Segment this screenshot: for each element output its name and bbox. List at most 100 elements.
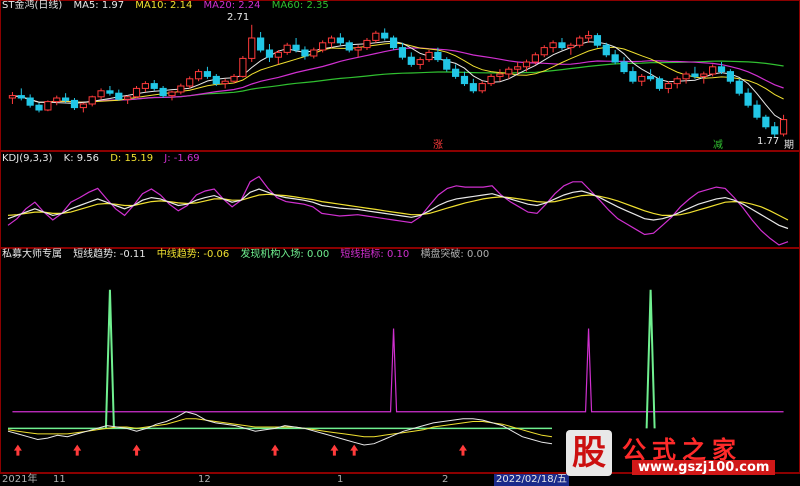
- candle-body: [132, 87, 141, 98]
- candle-body: [124, 96, 132, 100]
- candle-body: [230, 75, 238, 82]
- candle-body: [115, 92, 123, 100]
- candle-body: [62, 97, 70, 101]
- ma10-line: [12, 42, 784, 103]
- buy-arrow: [73, 444, 82, 456]
- candle-body: [452, 68, 460, 77]
- candle-body: [106, 90, 114, 94]
- candle-body: [549, 42, 557, 49]
- candle-body: [443, 59, 451, 70]
- kdj-j: J: -1.69: [164, 153, 200, 164]
- candle-body: [753, 104, 761, 118]
- short-index-line: [12, 328, 784, 413]
- candle-body: [744, 92, 752, 106]
- kdj-frame: [0, 151, 800, 248]
- candle-body: [398, 47, 407, 58]
- candle-body: [540, 47, 548, 56]
- candle-body: [319, 42, 327, 51]
- candle-body: [726, 71, 734, 82]
- candle-body: [70, 99, 79, 109]
- candle-body: [762, 116, 770, 128]
- mid-trend-value: 中线趋势: -0.06: [156, 249, 230, 260]
- kdj-panel: [7, 175, 789, 246]
- reduce-marker: 减: [713, 140, 723, 151]
- candle-body: [354, 47, 362, 51]
- watermark-url: www.gszj100.com: [632, 460, 776, 475]
- candle-body: [212, 75, 220, 85]
- candle-body: [239, 57, 247, 77]
- candle-body: [257, 37, 265, 51]
- candle-body: [345, 42, 353, 51]
- candle-body: [638, 75, 646, 82]
- axis-label-1: 11: [53, 474, 66, 485]
- candle-body: [301, 49, 309, 57]
- price-frame: [0, 0, 800, 151]
- candle-body: [389, 37, 398, 49]
- rise-marker: 涨: [433, 140, 443, 151]
- axis-label-0: 2021年: [2, 474, 38, 485]
- buy-arrow: [13, 444, 22, 456]
- buy-arrow: [132, 444, 141, 456]
- candle-body: [735, 80, 743, 94]
- candle-body: [717, 66, 726, 73]
- buy-arrow: [271, 444, 280, 456]
- buy-arrow: [330, 444, 339, 456]
- breakout-value: 横盘突破: 0.00: [420, 249, 490, 260]
- price-legend: ST金鸿(日线) MA5: 1.97 MA10: 2.14 MA20: 2.24…: [2, 0, 337, 12]
- kdj-title: KDJ(9,3,3): [2, 153, 53, 164]
- watermark-logo: 股: [566, 430, 612, 476]
- candle-body: [691, 73, 699, 77]
- candle-body: [558, 42, 566, 49]
- candle-body: [505, 68, 513, 75]
- candle-body: [327, 37, 336, 44]
- short-index-value: 短线指标: 0.10: [340, 249, 410, 260]
- axis-label-3: 1: [337, 474, 344, 485]
- candle-body: [194, 71, 203, 80]
- kdj-line-J: [7, 175, 789, 246]
- candle-body: [478, 83, 486, 92]
- price-panel: [8, 24, 788, 138]
- candle-body: [88, 96, 96, 105]
- candle-body: [576, 37, 584, 46]
- candle-body: [514, 66, 522, 70]
- ma20-value: MA20: 2.24: [203, 0, 261, 11]
- candle-body: [53, 97, 61, 103]
- candle-body: [141, 83, 149, 89]
- candle-body: [17, 95, 25, 99]
- candle-body: [682, 73, 690, 80]
- indicator-legend: 私募大师专属 短线趋势: -0.11 中线趋势: -0.06 发现机构入场: 0…: [2, 249, 497, 261]
- kdj-k: K: 9.56: [63, 153, 100, 164]
- period-marker: 期: [784, 140, 794, 151]
- candle-body: [779, 119, 788, 135]
- candle-body: [221, 80, 229, 85]
- candle-body: [709, 66, 717, 75]
- kdj-d: D: 15.19: [110, 153, 154, 164]
- candle-body: [159, 87, 167, 97]
- candle-body: [434, 51, 442, 61]
- candle-body: [150, 83, 158, 89]
- candle-body: [363, 39, 371, 49]
- candle-body: [531, 54, 539, 63]
- institution-entry-value: 发现机构入场: 0.00: [240, 249, 330, 260]
- candle-body: [673, 78, 681, 85]
- price-title: ST金鸿(日线): [2, 0, 63, 11]
- candle-body: [469, 83, 477, 92]
- candle-body: [407, 56, 415, 65]
- candle-body: [265, 49, 274, 58]
- current-date-label: 2022/02/18/五: [494, 474, 570, 486]
- buy-arrow: [350, 444, 359, 456]
- candle-body: [611, 54, 619, 63]
- candle-body: [602, 44, 610, 56]
- kdj-line-K: [7, 188, 789, 230]
- candle-body: [336, 37, 344, 44]
- low-price-label: 1.77: [757, 136, 780, 147]
- candle-body: [460, 75, 469, 85]
- ma5-line: [12, 40, 784, 122]
- candle-body: [186, 78, 194, 87]
- stock-chart[interactable]: [0, 0, 800, 486]
- candle-body: [593, 35, 602, 46]
- institution-spike: [645, 289, 656, 429]
- ma20-line: [12, 47, 784, 103]
- candle-body: [425, 51, 433, 61]
- candle-body: [274, 51, 282, 58]
